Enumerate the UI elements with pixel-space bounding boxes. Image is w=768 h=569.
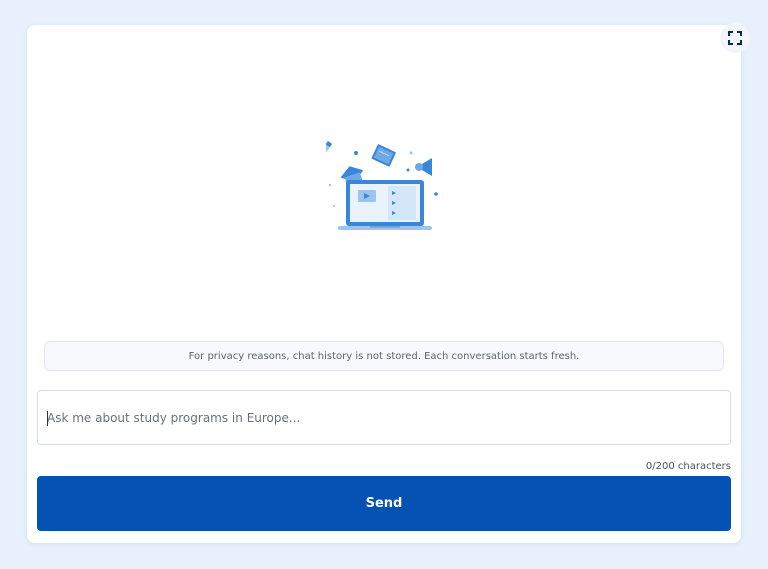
chat-card: For privacy reasons, chat history is not…	[27, 23, 750, 543]
text-caret	[47, 411, 48, 426]
character-counter: 0/200 characters	[645, 461, 731, 472]
expand-icon	[728, 31, 742, 45]
privacy-notice-text: For privacy reasons, chat history is not…	[188, 350, 580, 362]
send-button[interactable]: Send	[37, 476, 731, 531]
privacy-notice: For privacy reasons, chat history is not…	[44, 341, 724, 371]
message-input-container[interactable]	[37, 390, 731, 445]
fullscreen-button[interactable]	[720, 23, 750, 53]
message-input[interactable]	[38, 391, 730, 444]
online-learning-illustration	[326, 141, 438, 230]
